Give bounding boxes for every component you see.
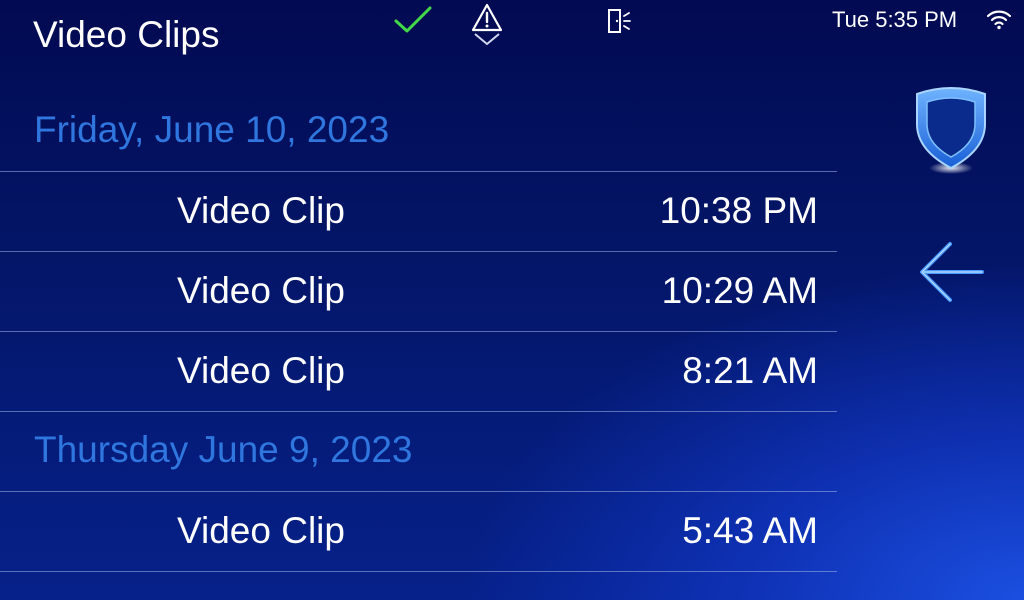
clip-label: Video Clip	[177, 510, 345, 551]
page-title: Video Clips	[33, 14, 220, 55]
clip-time: 10:38 PM	[659, 190, 818, 231]
date-header: Thursday June 9, 2023	[0, 412, 837, 492]
video-clip-row[interactable]: Video Clip 5:43 AM	[0, 492, 837, 572]
video-clip-row[interactable]: Video Clip 8:21 AM	[0, 332, 837, 412]
back-button[interactable]	[914, 238, 990, 306]
clip-label: Video Clip	[177, 270, 345, 311]
door-icon[interactable]	[605, 6, 635, 36]
shield-icon	[916, 87, 986, 174]
video-clip-row[interactable]: Video Clip 10:29 AM	[0, 252, 837, 332]
clip-time: 5:43 AM	[682, 510, 818, 551]
security-shield-button[interactable]	[909, 84, 993, 180]
back-arrow-icon	[920, 242, 984, 302]
status-clock: Tue 5:35 PM	[832, 7, 958, 32]
video-clip-row[interactable]: Video Clip 10:38 PM	[0, 172, 837, 252]
check-icon[interactable]	[393, 5, 433, 35]
wifi-icon[interactable]	[986, 8, 1012, 30]
date-label: Friday, June 10, 2023	[34, 109, 390, 150]
clip-time: 10:29 AM	[661, 270, 818, 311]
clip-time: 8:21 AM	[682, 350, 818, 391]
alert-icon[interactable]	[470, 3, 504, 47]
video-clip-list: Friday, June 10, 2023 Video Clip 10:38 P…	[0, 92, 837, 572]
clip-label: Video Clip	[177, 350, 345, 391]
date-label: Thursday June 9, 2023	[34, 429, 413, 470]
clip-label: Video Clip	[177, 190, 345, 231]
date-header: Friday, June 10, 2023	[0, 92, 837, 172]
